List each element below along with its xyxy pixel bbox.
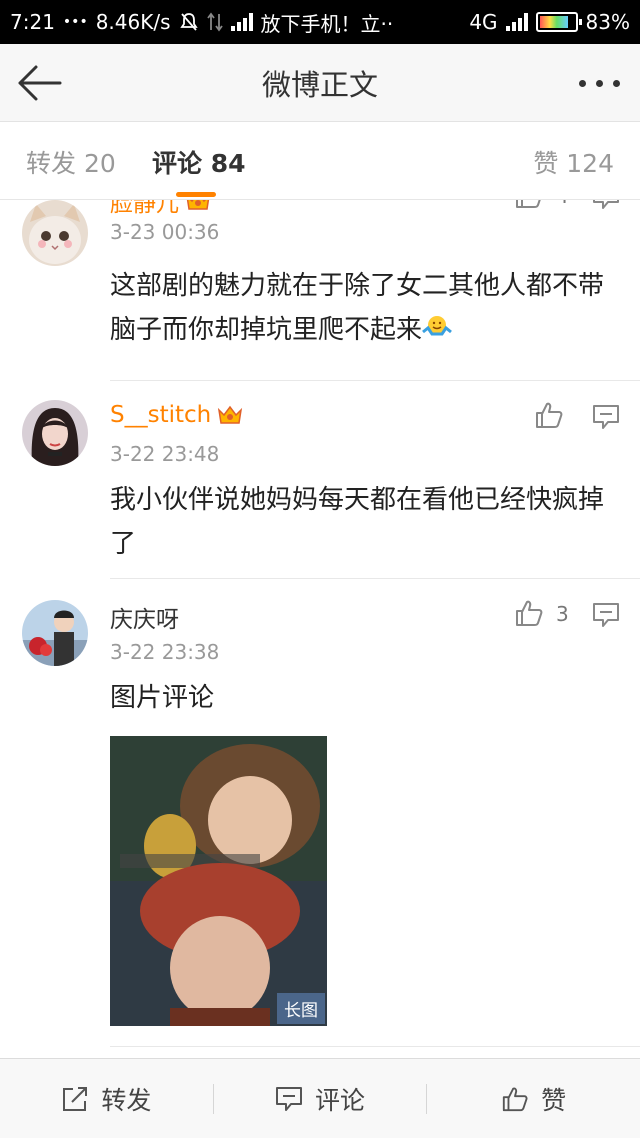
comment-text: 我小伙伴说她妈妈每天都在看他已经快疯掉了 (110, 485, 605, 559)
reply-icon[interactable] (592, 404, 620, 430)
tab-comment[interactable]: 评论 84 (152, 144, 246, 180)
tab-active-indicator (176, 192, 216, 197)
signal-icon-2 (505, 13, 528, 31)
status-net-speed: 8.46K/s (95, 10, 171, 34)
like-count: 3 (556, 602, 569, 626)
like-count: 4 (556, 200, 569, 208)
comment-author[interactable]: S__stitch (110, 402, 243, 428)
like-label: 赞 (541, 1085, 567, 1115)
bottom-toolbar: 转发 评论 赞 (0, 1058, 640, 1138)
tab-like[interactable]: 赞 124 (533, 144, 614, 180)
repost-button[interactable]: 转发 (0, 1059, 213, 1138)
comment-text: 图片评论 (110, 683, 215, 713)
thumbs-up-icon (503, 1087, 528, 1111)
mute-icon (179, 13, 198, 31)
comment-item: 脸静儿 3-23 00:36 这部剧的魅力就在于除了女二其他人都不带脑子而你却掉… (0, 200, 640, 381)
data-transfer-icon (206, 12, 223, 32)
comment-item: S__stitch 3-22 23:48 我小伙伴说她妈妈每天都在看他已经快疯掉… (0, 380, 640, 580)
avatar[interactable] (22, 600, 88, 666)
like-icon[interactable] (514, 200, 544, 210)
tab-bar: 转发 20 评论 84 赞 124 (0, 122, 640, 200)
comment-text: 这部剧的魅力就在于除了女二其他人都不带脑子而你却掉坑里爬不起来 (110, 264, 610, 352)
comment-author[interactable]: 庆庆呀 (110, 600, 179, 634)
like-icon[interactable] (534, 400, 564, 430)
repost-icon (63, 1086, 88, 1111)
status-time: 7:21 (10, 10, 55, 34)
repost-label: 转发 (101, 1085, 152, 1115)
reply-icon[interactable] (592, 200, 620, 210)
tab-repost[interactable]: 转发 20 (26, 144, 116, 180)
more-icon[interactable] (579, 80, 620, 87)
like-button[interactable]: 赞 (427, 1059, 640, 1138)
comment-author[interactable]: 脸静儿 (110, 200, 211, 218)
status-dots: ••• (62, 14, 88, 30)
comment-list: 脸静儿 3-23 00:36 这部剧的魅力就在于除了女二其他人都不带脑子而你却掉… (0, 200, 640, 1058)
status-network: 4G (469, 10, 498, 34)
comment-image[interactable]: 长图 (110, 736, 327, 1026)
comment-time: 3-22 23:48 (110, 442, 220, 466)
nav-bar: 微博正文 (0, 44, 640, 122)
status-bar: 7:21 ••• 8.46K/s 放下手机！立·· 4G 83% (0, 0, 640, 44)
battery-icon (535, 12, 582, 32)
avatar[interactable] (22, 200, 88, 266)
comment-text-content: 这部剧的魅力就在于除了女二其他人都不带脑子而你却掉坑里爬不起来 (110, 271, 605, 345)
comment-author-name[interactable]: 脸静儿 (110, 200, 179, 218)
comment-time: 3-22 23:38 (110, 640, 220, 664)
divider (110, 1046, 640, 1047)
avatar[interactable] (22, 400, 88, 466)
comment-item: 庆庆呀 3-22 23:38 图片评论 长图 3 (0, 578, 640, 1058)
status-notification: 放下手机！立·· (260, 11, 394, 36)
page-title: 微博正文 (261, 67, 378, 102)
vip-crown-icon (218, 405, 243, 424)
comment-author-name[interactable]: S__stitch (110, 402, 211, 428)
shrug-emoji-icon (422, 316, 452, 336)
comment-label: 评论 (315, 1085, 366, 1115)
comment-icon (276, 1086, 302, 1111)
long-image-tag: 长图 (277, 993, 325, 1024)
comment-author-name[interactable]: 庆庆呀 (110, 600, 179, 634)
like-icon[interactable] (514, 598, 544, 628)
comment-time: 3-23 00:36 (110, 220, 220, 244)
comment-button[interactable]: 评论 (214, 1059, 427, 1138)
reply-icon[interactable] (592, 602, 620, 628)
status-battery: 83% (585, 10, 630, 34)
back-arrow-icon[interactable] (16, 64, 62, 102)
signal-icon (230, 13, 253, 31)
vip-crown-icon (186, 200, 210, 210)
